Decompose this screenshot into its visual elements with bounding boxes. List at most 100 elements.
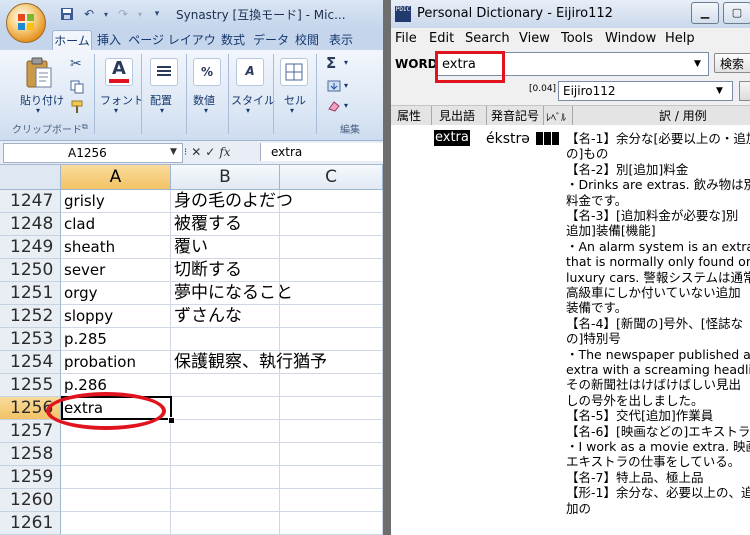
align-dropdown-icon[interactable]: ▾: [160, 106, 164, 115]
cell-b[interactable]: 覆い: [171, 236, 280, 259]
pdic-app-icon[interactable]: PDIC: [395, 6, 411, 22]
menu-edit[interactable]: Edit: [429, 31, 454, 46]
cell-a[interactable]: sheath: [61, 236, 171, 259]
number-dropdown-icon[interactable]: ▾: [204, 106, 208, 115]
cells-button[interactable]: セル: [284, 92, 306, 108]
font-dropdown-icon[interactable]: ▾: [114, 106, 118, 115]
clear-icon[interactable]: [327, 100, 341, 112]
cell-b[interactable]: 夢中になること: [171, 282, 293, 305]
cell-b[interactable]: ずさんな: [171, 305, 280, 328]
paste-dropdown-icon[interactable]: ▾: [36, 106, 40, 115]
paste-icon[interactable]: [24, 56, 54, 90]
row-header[interactable]: 1260: [0, 489, 61, 512]
dictionary-select[interactable]: Eijiro112 ▼: [558, 81, 733, 101]
cell-b[interactable]: [171, 443, 280, 466]
redo-icon[interactable]: ↷: [114, 5, 132, 23]
style-icon[interactable]: A: [236, 58, 264, 86]
cell-b[interactable]: 保護観察、執行猶予: [171, 351, 327, 374]
style-button[interactable]: スタイル: [231, 92, 275, 108]
cell-b[interactable]: [171, 374, 280, 397]
fill-handle[interactable]: [168, 417, 175, 424]
cell-a[interactable]: probation: [61, 351, 171, 374]
tab-formulas[interactable]: 数式: [218, 30, 248, 50]
col-translation[interactable]: 訳 / 用例: [659, 107, 707, 124]
col-attribute[interactable]: 属性: [397, 107, 421, 124]
cancel-icon[interactable]: ✕: [191, 145, 201, 159]
cell-a[interactable]: [61, 512, 171, 535]
cell-c[interactable]: [280, 259, 383, 282]
row-header[interactable]: 1259: [0, 466, 61, 489]
select-all-corner[interactable]: [0, 165, 61, 190]
row-header[interactable]: 1248: [0, 213, 61, 236]
insert-function-icon[interactable]: fx: [219, 145, 230, 159]
name-box[interactable]: A1256 ▼: [3, 143, 183, 163]
column-header-c[interactable]: C: [280, 165, 383, 190]
cell-a[interactable]: p.285: [61, 328, 171, 351]
cell-c[interactable]: [280, 351, 383, 374]
autosum-dropdown-icon[interactable]: ▾: [344, 58, 348, 67]
cell-c[interactable]: [280, 489, 383, 512]
cell-b[interactable]: 切断する: [171, 259, 280, 282]
cells-icon[interactable]: [280, 58, 308, 86]
row-header[interactable]: 1257: [0, 420, 61, 443]
collapse-dots-icon[interactable]: ⁝: [184, 147, 187, 158]
tab-view[interactable]: 表示: [326, 30, 356, 50]
customize-qat-icon[interactable]: ▾: [148, 5, 166, 23]
cell-c[interactable]: [280, 512, 383, 535]
row-header[interactable]: 1258: [0, 443, 61, 466]
cell-c[interactable]: [280, 190, 383, 213]
save-icon[interactable]: [58, 5, 76, 23]
undo-icon[interactable]: ↶: [80, 5, 98, 23]
fill-icon[interactable]: [327, 80, 341, 92]
menu-file[interactable]: File: [395, 31, 417, 46]
clipboard-launcher-icon[interactable]: ⧉: [82, 122, 88, 132]
formula-input[interactable]: extra: [260, 143, 383, 161]
cell-b[interactable]: 身の毛のよだつ: [171, 190, 293, 213]
menu-window[interactable]: Window: [605, 31, 656, 46]
cell-b[interactable]: [171, 328, 280, 351]
cell-a[interactable]: grisly: [61, 190, 171, 213]
cell-c[interactable]: [280, 420, 383, 443]
format-painter-icon[interactable]: [70, 100, 84, 114]
row-header[interactable]: 1249: [0, 236, 61, 259]
percent-icon[interactable]: %: [193, 58, 221, 86]
cell-b[interactable]: [171, 466, 280, 489]
row-header[interactable]: 1253: [0, 328, 61, 351]
row-header[interactable]: 1250: [0, 259, 61, 282]
cell-c[interactable]: [280, 236, 383, 259]
maximize-icon[interactable]: ▢: [723, 2, 750, 24]
clear-dropdown-icon[interactable]: ▾: [344, 101, 348, 110]
redo-dropdown-icon[interactable]: ▾: [136, 5, 144, 23]
tab-review[interactable]: 校閲: [292, 30, 322, 50]
cut-icon[interactable]: ✂: [70, 56, 82, 72]
cell-a[interactable]: sloppy: [61, 305, 171, 328]
cell-a[interactable]: [61, 489, 171, 512]
tab-page-layout[interactable]: ページ レイアウト: [128, 30, 216, 67]
cell-c[interactable]: [280, 305, 383, 328]
column-header-b[interactable]: B: [171, 165, 280, 190]
col-level[interactable]: ﾚﾍﾞﾙ: [546, 109, 566, 124]
cell-c[interactable]: [280, 213, 383, 236]
word-dropdown-icon[interactable]: ▼: [694, 59, 701, 69]
minimize-icon[interactable]: ▁: [691, 2, 719, 24]
cell-c[interactable]: [280, 397, 383, 420]
cell-a[interactable]: orgy: [61, 282, 171, 305]
dictionary-dropdown-icon[interactable]: ▼: [716, 86, 723, 96]
menu-tools[interactable]: Tools: [561, 31, 593, 46]
row-header[interactable]: 1251: [0, 282, 61, 305]
undo-dropdown-icon[interactable]: ▾: [102, 5, 110, 23]
cell-a[interactable]: sever: [61, 259, 171, 282]
cell-b[interactable]: [171, 489, 280, 512]
row-header[interactable]: 1247: [0, 190, 61, 213]
column-header-a[interactable]: A: [61, 165, 171, 190]
autosum-icon[interactable]: Σ: [326, 54, 336, 72]
menu-help[interactable]: Help: [665, 31, 695, 46]
row-header[interactable]: 1255: [0, 374, 61, 397]
col-pronunciation[interactable]: 発音記号: [491, 107, 539, 124]
cell-b[interactable]: [171, 397, 280, 420]
menu-search[interactable]: Search: [465, 31, 510, 46]
cell-c[interactable]: [280, 282, 383, 305]
font-color-icon[interactable]: A: [105, 58, 133, 86]
office-button[interactable]: [6, 3, 46, 43]
search-button[interactable]: 検索: [714, 53, 750, 73]
